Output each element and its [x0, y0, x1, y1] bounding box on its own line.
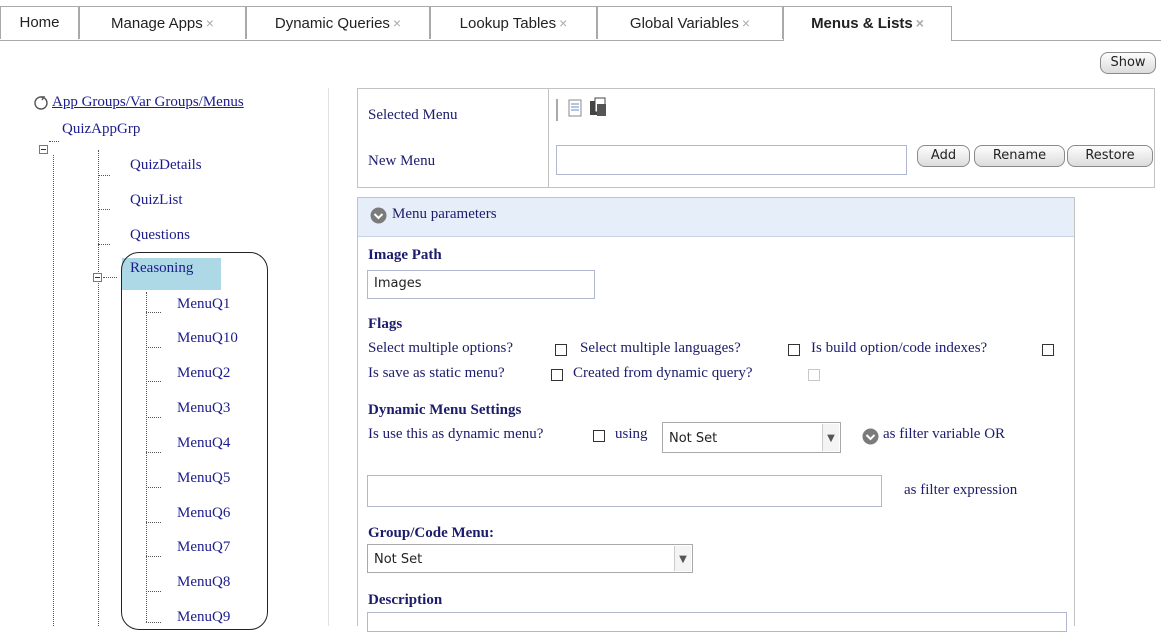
image-path-input[interactable]: Images: [367, 270, 595, 299]
panel-divider: [548, 89, 549, 187]
tree-line: [53, 155, 54, 626]
tab-menus-lists[interactable]: Menus & Lists ×: [783, 6, 952, 41]
description-textarea[interactable]: [367, 612, 1067, 632]
add-button[interactable]: Add: [917, 145, 970, 167]
dynamic-query-checkbox: [808, 369, 820, 381]
highlight-outline: [121, 252, 268, 630]
select-multiple-checkbox[interactable]: [555, 344, 567, 356]
description-label: Description: [368, 592, 443, 608]
tree-connector: [98, 209, 110, 210]
tab-manage-apps[interactable]: Manage Apps ×: [79, 6, 246, 39]
tab-label: Home: [19, 14, 60, 31]
tab-label: Lookup Tables: [459, 15, 557, 32]
tree-node[interactable]: QuizDetails: [130, 157, 202, 174]
tab-lookup-tables[interactable]: Lookup Tables ×: [430, 6, 597, 39]
document-icon[interactable]: [568, 99, 583, 117]
separator-bar: [556, 99, 558, 121]
tree-connector: [98, 175, 110, 176]
filter-expression-label: as filter expression: [904, 482, 1018, 498]
flag-dynamic-query-label: Created from dynamic query?: [573, 365, 753, 381]
tab-dynamic-queries[interactable]: Dynamic Queries ×: [246, 6, 430, 39]
tab-label: Dynamic Queries: [274, 15, 390, 32]
group-code-value: Not Set: [374, 552, 423, 567]
filter-variable-label: as filter variable OR: [883, 426, 1006, 442]
show-button[interactable]: Show: [1100, 52, 1156, 74]
collapse-icon[interactable]: [39, 145, 48, 154]
flag-select-multiple-label: Select multiple options?: [368, 340, 513, 356]
group-code-select[interactable]: Not Set ▼: [367, 544, 693, 573]
selected-menu-label: Selected Menu: [368, 107, 458, 123]
close-icon[interactable]: ×: [559, 15, 567, 31]
group-code-label: Group/Code Menu:: [368, 525, 494, 541]
tab-label: Global Variables: [629, 15, 739, 32]
tree-connector: [98, 244, 110, 245]
close-icon[interactable]: ×: [916, 15, 924, 31]
tree-root-link[interactable]: App Groups/Var Groups/Menus: [52, 94, 244, 111]
tab-home[interactable]: Home: [0, 6, 79, 39]
tab-global-variables[interactable]: Global Variables ×: [597, 6, 783, 39]
static-menu-checkbox[interactable]: [551, 369, 563, 381]
filter-expression-input[interactable]: [367, 475, 882, 507]
tree-line: [98, 150, 99, 626]
dynamic-use-checkbox[interactable]: [593, 430, 605, 442]
dynamic-settings-label: Dynamic Menu Settings: [368, 402, 522, 418]
refresh-icon[interactable]: [33, 95, 49, 111]
tree-connector: [103, 277, 117, 278]
close-icon[interactable]: ×: [393, 15, 401, 31]
tab-label: Menus & Lists: [811, 15, 913, 32]
new-menu-input[interactable]: [556, 145, 907, 175]
restore-button[interactable]: Restore: [1067, 145, 1153, 167]
paste-icon[interactable]: [589, 97, 607, 117]
close-icon[interactable]: ×: [742, 15, 750, 31]
rename-button[interactable]: Rename: [974, 145, 1065, 167]
flag-multi-lang-label: Select multiple languages?: [580, 340, 741, 356]
flags-label: Flags: [368, 316, 403, 332]
flag-build-index-label: Is build option/code indexes?: [811, 340, 988, 356]
tab-label: Manage Apps: [111, 15, 203, 32]
panel-header-title: Menu parameters: [392, 206, 497, 222]
tree-node[interactable]: QuizList: [130, 192, 183, 209]
column-divider: [328, 88, 329, 626]
tree-group-node[interactable]: QuizAppGrp: [62, 121, 140, 138]
chevron-down-icon: ▼: [674, 546, 691, 571]
tree-connector: [49, 141, 59, 142]
collapse-circle-icon[interactable]: [370, 207, 387, 224]
multi-lang-checkbox[interactable]: [788, 344, 800, 356]
filter-variable-select[interactable]: Not Set ▼: [662, 422, 841, 453]
using-label: using: [615, 426, 648, 442]
flag-static-label: Is save as static menu?: [368, 365, 505, 381]
new-menu-label: New Menu: [368, 153, 436, 169]
collapse-circle-icon[interactable]: [862, 428, 879, 445]
chevron-down-icon: ▼: [822, 424, 839, 451]
tree-node[interactable]: Questions: [130, 227, 190, 244]
build-index-checkbox[interactable]: [1042, 344, 1054, 356]
image-path-label: Image Path: [368, 247, 442, 263]
tab-bar: Home Manage Apps × Dynamic Queries × Looku…: [0, 0, 1161, 41]
close-icon[interactable]: ×: [206, 15, 214, 31]
dynamic-use-label: Is use this as dynamic menu?: [368, 426, 544, 442]
collapse-icon[interactable]: [93, 273, 102, 282]
filter-variable-value: Not Set: [669, 431, 718, 446]
